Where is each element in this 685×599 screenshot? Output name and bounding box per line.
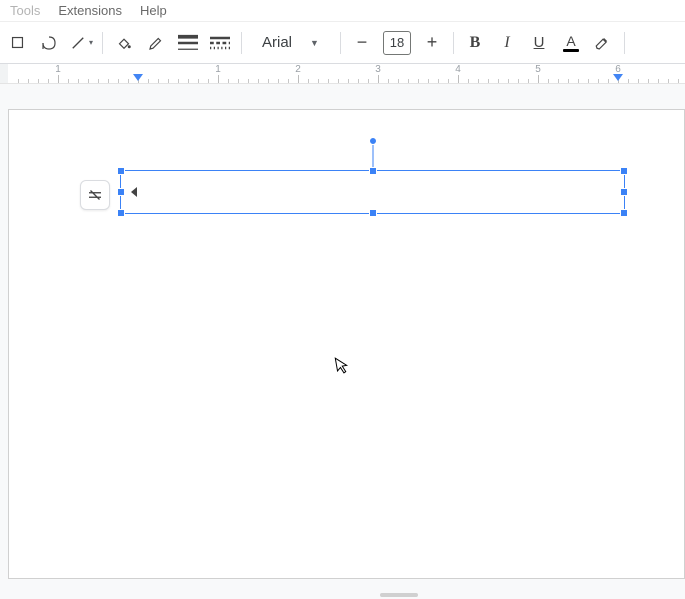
font-family-label: Arial bbox=[262, 34, 292, 51]
separator bbox=[102, 32, 103, 54]
font-size-control: − + bbox=[347, 28, 447, 58]
horizontal-ruler[interactable]: 1123456 bbox=[0, 64, 685, 84]
separator bbox=[453, 32, 454, 54]
decrease-font-size-button[interactable]: − bbox=[347, 28, 377, 58]
resize-handle-w[interactable] bbox=[117, 188, 125, 196]
underline-button[interactable]: U bbox=[524, 28, 554, 58]
resize-handle-e[interactable] bbox=[620, 188, 628, 196]
ruler-label: 4 bbox=[455, 64, 461, 75]
selected-text-box[interactable] bbox=[120, 170, 625, 214]
chevron-down-icon: ▼ bbox=[310, 38, 319, 48]
separator bbox=[340, 32, 341, 54]
canvas[interactable] bbox=[0, 84, 685, 599]
resize-handle-sw[interactable] bbox=[117, 209, 125, 217]
shape-circle-icon[interactable] bbox=[34, 28, 64, 58]
menu-help[interactable]: Help bbox=[140, 3, 167, 18]
menubar: Tools Extensions Help bbox=[0, 0, 685, 22]
border-color-icon[interactable] bbox=[141, 28, 171, 58]
shape-square-icon[interactable] bbox=[2, 28, 32, 58]
fill-color-icon[interactable] bbox=[109, 28, 139, 58]
bold-button[interactable]: B bbox=[460, 28, 490, 58]
ruler-label: 1 bbox=[55, 64, 61, 75]
ruler-label: 5 bbox=[535, 64, 541, 75]
resize-handle-s[interactable] bbox=[369, 209, 377, 217]
border-dash-icon[interactable] bbox=[205, 28, 235, 58]
indent-right-marker[interactable] bbox=[613, 74, 623, 81]
ruler-label: 2 bbox=[295, 64, 301, 75]
page-drag-handle[interactable] bbox=[380, 593, 418, 597]
resize-handle-n[interactable] bbox=[369, 167, 377, 175]
resize-handle-se[interactable] bbox=[620, 209, 628, 217]
increase-font-size-button[interactable]: + bbox=[417, 28, 447, 58]
toolbar: ▾ Arial ▼ − + B I U A bbox=[0, 22, 685, 64]
menu-tools[interactable]: Tools bbox=[10, 3, 40, 18]
line-tool-icon[interactable]: ▾ bbox=[66, 28, 96, 58]
ruler-label: 3 bbox=[375, 64, 381, 75]
resize-handle-nw[interactable] bbox=[117, 167, 125, 175]
ruler-label: 1 bbox=[215, 64, 221, 75]
italic-button[interactable]: I bbox=[492, 28, 522, 58]
text-caret-indicator bbox=[131, 187, 137, 197]
font-size-input[interactable] bbox=[383, 31, 411, 55]
rotation-connector bbox=[372, 143, 373, 167]
font-family-select[interactable]: Arial ▼ bbox=[248, 28, 334, 58]
text-color-bar bbox=[563, 49, 579, 52]
indent-left-marker[interactable] bbox=[133, 74, 143, 81]
separator bbox=[624, 32, 625, 54]
resize-handle-ne[interactable] bbox=[620, 167, 628, 175]
highlight-color-button[interactable] bbox=[588, 28, 618, 58]
text-wrap-button[interactable] bbox=[80, 180, 110, 210]
separator bbox=[241, 32, 242, 54]
rotation-handle[interactable] bbox=[369, 137, 377, 145]
border-weight-icon[interactable] bbox=[173, 28, 203, 58]
text-color-button[interactable]: A bbox=[556, 28, 586, 58]
menu-extensions[interactable]: Extensions bbox=[58, 3, 122, 18]
